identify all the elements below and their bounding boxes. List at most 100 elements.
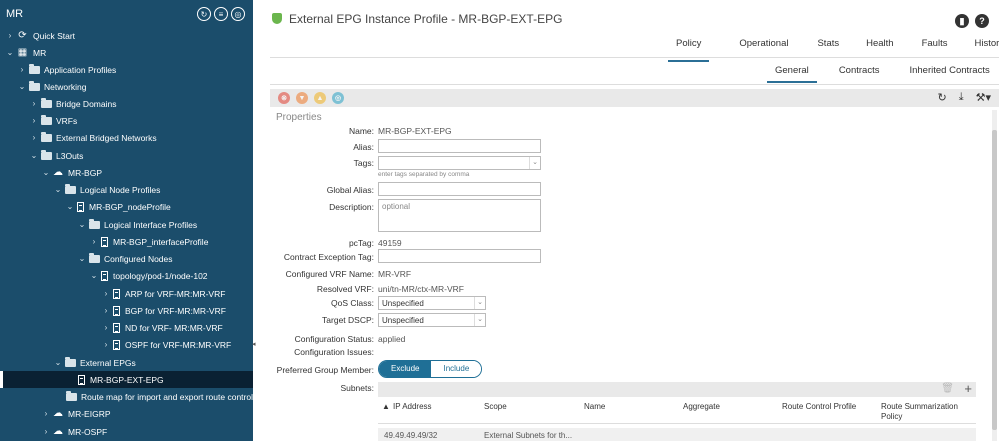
sidebar-item-quick-start[interactable]: › ⟳ Quick Start	[0, 27, 253, 44]
sidebar-item-configured-nodes[interactable]: ⌄ Configured Nodes	[0, 250, 253, 267]
sort-up-icon[interactable]: ▲	[382, 402, 390, 411]
qos-class-select[interactable]: Unspecified ⌄	[378, 296, 486, 310]
sidebar-item-mr-eigrp[interactable]: › ☁ MR-EIGRP	[0, 405, 253, 422]
include-option[interactable]: Include	[431, 361, 482, 377]
column-header[interactable]: IP Address	[393, 402, 432, 411]
tab-operational[interactable]: Operational	[739, 37, 788, 57]
sidebar-item-vrfs[interactable]: › VRFs	[0, 112, 253, 129]
help-icon[interactable]: ?	[975, 14, 989, 28]
chevron-down-icon[interactable]: ⌄	[30, 151, 38, 160]
document-icon	[113, 288, 120, 299]
subnets-label: Subnets:	[340, 383, 374, 393]
chevron-down-icon[interactable]: ⌄	[54, 358, 62, 367]
table-row[interactable]: 49.49.49.49/32 External Subnets for th..…	[378, 428, 976, 441]
column-header[interactable]: Aggregate	[683, 402, 720, 411]
tab-history[interactable]: History	[974, 37, 999, 57]
tools-icon[interactable]: ⚒▾	[976, 91, 991, 104]
bookmark-icon[interactable]: ▮	[955, 14, 969, 28]
major-fault-icon[interactable]: ▼	[296, 92, 308, 104]
chevron-down-icon[interactable]: ⌄	[474, 314, 485, 326]
cloud-icon: ☁	[53, 426, 63, 437]
chevron-right-icon[interactable]: ›	[42, 427, 50, 436]
scrollbar-thumb[interactable]	[992, 130, 997, 430]
trash-icon[interactable]: 🗑	[941, 383, 954, 394]
exclude-option[interactable]: Exclude	[379, 361, 432, 377]
chevron-down-icon[interactable]: ⌄	[18, 82, 26, 91]
chevron-right-icon[interactable]: ›	[102, 323, 110, 332]
folder-icon	[41, 131, 52, 142]
tab-health[interactable]: Health	[866, 37, 893, 57]
tags-input[interactable]: ⌄	[378, 156, 541, 170]
sidebar-item-logical-interface-profiles[interactable]: ⌄ Logical Interface Profiles	[0, 216, 253, 233]
chevron-down-icon[interactable]: ⌄	[78, 254, 86, 263]
minor-fault-icon[interactable]: ▲	[314, 92, 326, 104]
chevron-down-icon[interactable]: ⌄	[78, 220, 86, 229]
contract-exception-input[interactable]	[378, 249, 541, 263]
sidebar-item-mr-bgp-interfaceprofile[interactable]: › MR-BGP_interfaceProfile	[0, 233, 253, 250]
sidebar-item-mr-ospf[interactable]: › ☁ MR-OSPF	[0, 423, 253, 440]
refresh-icon[interactable]: ↻	[197, 7, 211, 21]
collapse-icon[interactable]: ◎	[231, 7, 245, 21]
divider	[270, 84, 999, 85]
description-textarea[interactable]: optional	[378, 199, 541, 232]
contract-exception-label: Contract Exception Tag:	[283, 252, 374, 262]
tab-stats[interactable]: Stats	[817, 37, 839, 57]
chevron-right-icon[interactable]: ›	[102, 340, 110, 349]
warning-fault-icon[interactable]: ◎	[332, 92, 344, 104]
sidebar-item-l3outs[interactable]: ⌄ L3Outs	[0, 147, 253, 164]
column-header[interactable]: Name	[584, 402, 605, 411]
sidebar-item-bridge-domains[interactable]: › Bridge Domains	[0, 95, 253, 112]
vertical-scrollbar[interactable]	[992, 110, 997, 441]
sidebar-item-external-bridged-networks[interactable]: › External Bridged Networks	[0, 129, 253, 146]
tab-faults[interactable]: Faults	[922, 37, 948, 57]
sidebar-item-external-epgs[interactable]: ⌄ External EPGs	[0, 354, 253, 371]
sidebar-item-tenant[interactable]: ⌄ ▦ MR	[0, 44, 253, 61]
sidebar-item-networking[interactable]: ⌄ Networking	[0, 78, 253, 95]
filter-icon[interactable]: ≡	[214, 7, 228, 21]
column-header[interactable]: Route Control Profile	[782, 402, 856, 411]
chevron-down-icon[interactable]: ⌄	[6, 48, 14, 57]
alias-input[interactable]	[378, 139, 541, 153]
download-icon[interactable]: ⤓	[959, 91, 964, 104]
chevron-right-icon[interactable]: ›	[18, 65, 26, 74]
sidebar-item-arp[interactable]: › ARP for VRF-MR:MR-VRF	[0, 285, 253, 302]
sidebar-item-mr-bgp[interactable]: ⌄ ☁ MR-BGP	[0, 164, 253, 181]
chevron-down-icon[interactable]: ⌄	[42, 168, 50, 177]
sidebar-item-application-profiles[interactable]: › Application Profiles	[0, 61, 253, 78]
chevron-right-icon[interactable]: ›	[42, 409, 50, 418]
tab-general[interactable]: General	[767, 64, 817, 83]
sidebar-item-logical-node-profiles[interactable]: ⌄ Logical Node Profiles	[0, 181, 253, 198]
sidebar-item-label: VRFs	[56, 115, 78, 126]
column-header[interactable]: Scope	[484, 402, 507, 411]
refresh-icon[interactable]: ↻	[938, 91, 947, 104]
critical-fault-icon[interactable]: ⊗	[278, 92, 290, 104]
chevron-down-icon[interactable]: ⌄	[529, 157, 540, 169]
chevron-right-icon[interactable]: ›	[6, 31, 14, 40]
sidebar-item-mr-bgp-nodeprofile[interactable]: ⌄ MR-BGP_nodeProfile	[0, 198, 253, 215]
add-icon[interactable]: +	[964, 381, 972, 396]
chevron-right-icon[interactable]: ›	[90, 237, 98, 246]
column-header[interactable]: Route Summarization Policy	[881, 402, 971, 422]
chevron-down-icon[interactable]: ⌄	[66, 202, 74, 211]
tab-contracts[interactable]: Contracts	[839, 64, 880, 78]
global-alias-input[interactable]	[378, 182, 541, 196]
configured-vrf-label: Configured VRF Name:	[285, 269, 374, 279]
tab-policy[interactable]: Policy	[667, 37, 710, 62]
chevron-down-icon[interactable]: ⌄	[90, 271, 98, 280]
chevron-down-icon[interactable]: ⌄	[474, 297, 485, 309]
chevron-right-icon[interactable]: ›	[102, 306, 110, 315]
chevron-right-icon[interactable]: ›	[102, 289, 110, 298]
target-dscp-select[interactable]: Unspecified ⌄	[378, 313, 486, 327]
tab-inherited-contracts[interactable]: Inherited Contracts	[909, 64, 989, 78]
sidebar-item-ospf[interactable]: › OSPF for VRF-MR:MR-VRF	[0, 336, 253, 353]
chevron-right-icon[interactable]: ›	[30, 133, 38, 142]
sidebar-item-nd[interactable]: › ND for VRF- MR:MR-VRF	[0, 319, 253, 336]
sidebar-item-mr-bgp-ext-epg[interactable]: MR-BGP-EXT-EPG	[0, 371, 253, 388]
chevron-down-icon[interactable]: ⌄	[54, 185, 62, 194]
sidebar-item-node-102[interactable]: ⌄ topology/pod-1/node-102	[0, 267, 253, 284]
sidebar-item-route-map[interactable]: Route map for import and export route co…	[0, 388, 253, 405]
chevron-right-icon[interactable]: ›	[30, 116, 38, 125]
tags-hint: enter tags separated by comma	[378, 171, 470, 178]
sidebar-item-bgp[interactable]: › BGP for VRF-MR:MR-VRF	[0, 302, 253, 319]
chevron-right-icon[interactable]: ›	[30, 99, 38, 108]
